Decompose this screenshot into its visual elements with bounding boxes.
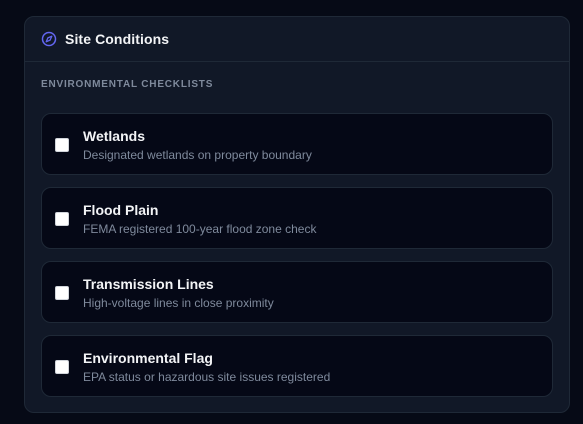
item-description: EPA status or hazardous site issues regi… (83, 370, 331, 384)
section-label: ENVIRONMENTAL CHECKLISTS (41, 79, 214, 90)
checklist-item-transmission-lines[interactable]: Transmission Lines High-voltage lines in… (41, 261, 553, 323)
checkbox[interactable] (55, 212, 69, 226)
compass-icon (41, 31, 57, 47)
item-title: Wetlands (83, 128, 145, 144)
item-description: High-voltage lines in close proximity (83, 296, 274, 310)
item-title: Environmental Flag (83, 350, 213, 366)
checklist-item-flood-plain[interactable]: Flood Plain FEMA registered 100-year flo… (41, 187, 553, 249)
item-title: Transmission Lines (83, 276, 214, 292)
item-description: FEMA registered 100-year flood zone chec… (83, 222, 317, 236)
item-description: Designated wetlands on property boundary (83, 148, 312, 162)
checkbox[interactable] (55, 286, 69, 300)
checklist-item-wetlands[interactable]: Wetlands Designated wetlands on property… (41, 113, 553, 175)
panel-header: Site Conditions (25, 17, 569, 62)
site-conditions-panel: Site Conditions ENVIRONMENTAL CHECKLISTS… (24, 16, 570, 413)
checklist-item-environmental-flag[interactable]: Environmental Flag EPA status or hazardo… (41, 335, 553, 397)
panel-title: Site Conditions (65, 31, 170, 47)
checkbox[interactable] (55, 360, 69, 374)
checkbox[interactable] (55, 138, 69, 152)
checklist: Wetlands Designated wetlands on property… (41, 113, 553, 409)
item-title: Flood Plain (83, 202, 159, 218)
